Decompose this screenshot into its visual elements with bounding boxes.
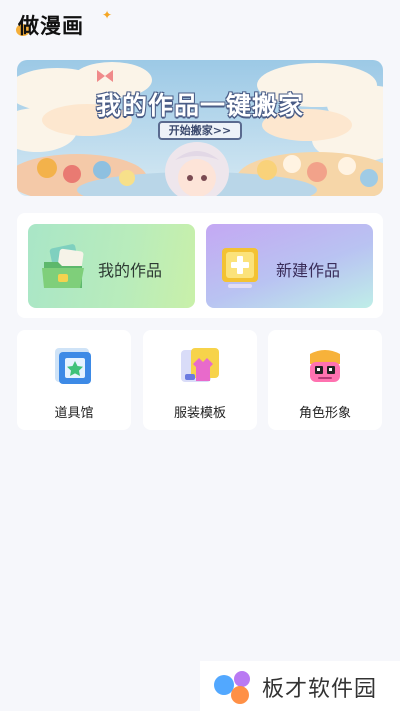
prop-shop-label: 道具馆 [54,406,94,421]
new-work-card[interactable]: 新建作品 [206,224,373,308]
clothing-icon [181,348,219,382]
character-icon [310,350,340,382]
feature-panel: 我的作品 新建作品 [17,213,383,318]
sparkle-icon: ✦ [102,8,113,22]
clothing-template-label: 服装模板 [173,406,226,421]
character-image-label: 角色形象 [298,406,351,421]
folder-icon [42,244,84,288]
banner-title: 我的作品一键搬家 [95,91,304,120]
start-migration-button[interactable]: 开始搬家>> [158,121,242,140]
app-title: 做漫画 ✦ [16,8,112,38]
new-work-label: 新建作品 [276,261,341,280]
clothing-template-tile[interactable]: 服装模板 [143,330,257,430]
character-image-tile[interactable]: 角色形象 [268,330,382,430]
migration-banner[interactable]: 我的作品一键搬家 开始搬家>> [17,60,383,196]
plus-icon [222,248,258,288]
my-works-card[interactable]: 我的作品 [28,224,195,308]
prop-icon [55,348,91,384]
watermark-text: 板才软件园 [262,677,378,702]
app-title-text: 做漫画 [18,14,84,38]
my-works-label: 我的作品 [98,261,163,280]
watermark-logo-icon [214,671,250,704]
watermark: 板才软件园 [200,661,400,711]
prop-shop-tile[interactable]: 道具馆 [17,330,131,430]
